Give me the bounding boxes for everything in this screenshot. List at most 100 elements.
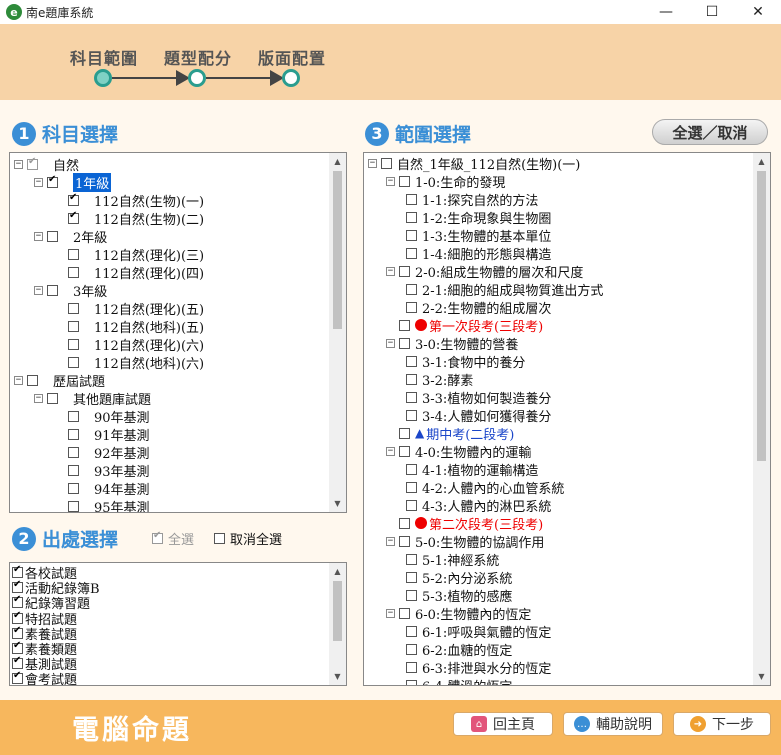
range-checkbox[interactable] — [399, 337, 410, 349]
collapse-toggle-icon[interactable]: − — [34, 393, 43, 403]
subject-tree-item[interactable]: − 其他題庫試題 — [34, 389, 151, 408]
collapse-toggle-icon[interactable]: − — [386, 176, 395, 186]
collapse-toggle-icon[interactable]: − — [386, 266, 395, 276]
range-tree-item[interactable]: 5-3:植物的感應 — [406, 586, 512, 605]
scroll-thumb[interactable] — [333, 171, 342, 329]
source-checkbox[interactable] — [12, 610, 23, 624]
range-tree-item[interactable]: 1-4:細胞的形態與構造 — [406, 244, 551, 263]
scroll-up-icon[interactable]: ▲ — [329, 563, 346, 580]
subject-checkbox[interactable] — [68, 500, 79, 512]
source-checkbox[interactable] — [12, 579, 23, 594]
collapse-toggle-icon[interactable]: − — [386, 536, 395, 546]
collapse-toggle-icon[interactable]: − — [386, 446, 395, 456]
collapse-toggle-icon[interactable]: − — [34, 177, 43, 187]
scroll-up-icon[interactable]: ▲ — [329, 153, 346, 170]
range-checkbox[interactable] — [406, 409, 417, 421]
range-checkbox[interactable] — [406, 373, 417, 385]
scroll-up-icon[interactable]: ▲ — [753, 153, 770, 170]
subject-tree-item[interactable]: − 自然 — [14, 155, 79, 174]
range-tree-item[interactable]: 6-2:血糖的恆定 — [406, 640, 512, 659]
range-tree-item[interactable]: 4-3:人體內的淋巴系統 — [406, 496, 551, 515]
range-checkbox[interactable] — [381, 157, 392, 169]
collapse-toggle-icon[interactable]: − — [14, 159, 23, 169]
subject-checkbox[interactable] — [27, 156, 38, 170]
range-tree-item[interactable]: 1-1:探究自然的方法 — [406, 190, 538, 209]
range-tree-item[interactable]: 6-4:體溫的恆定 — [406, 676, 512, 685]
range-tree-scrollbar[interactable]: ▲ ▼ — [753, 153, 770, 685]
range-checkbox[interactable] — [406, 553, 417, 565]
subject-checkbox[interactable] — [47, 230, 58, 242]
scroll-thumb[interactable] — [757, 171, 766, 461]
deselect-all-sources[interactable]: 取消全選 — [214, 529, 282, 548]
range-checkbox[interactable] — [406, 625, 417, 637]
subject-tree-item[interactable]: 112自然(生物)(二) — [68, 209, 204, 228]
subject-tree-item[interactable]: 91年基測 — [68, 425, 150, 444]
range-checkbox[interactable] — [406, 679, 417, 685]
range-checkbox[interactable] — [399, 265, 410, 277]
range-tree-item[interactable]: 第二次段考(三段考) — [386, 514, 543, 533]
range-checkbox[interactable] — [399, 517, 410, 529]
subject-tree-scrollbar[interactable]: ▲ ▼ — [329, 153, 346, 512]
subject-checkbox[interactable] — [68, 266, 79, 278]
subject-checkbox[interactable] — [68, 338, 79, 350]
subject-checkbox[interactable] — [68, 192, 79, 206]
source-checkbox[interactable] — [12, 640, 23, 654]
home-button[interactable]: ⌂ 回主頁 — [453, 712, 553, 736]
collapse-toggle-icon[interactable]: − — [34, 231, 43, 241]
subject-checkbox[interactable] — [68, 410, 79, 422]
range-tree-item[interactable]: 6-3:排泄與水分的恆定 — [406, 658, 551, 677]
range-tree-item[interactable]: − 4-0:生物體內的運輸 — [386, 442, 531, 461]
collapse-toggle-icon[interactable]: − — [368, 158, 377, 168]
deselect-all-checkbox[interactable] — [214, 533, 225, 544]
range-tree-item[interactable]: 2-1:細胞的組成與物質進出方式 — [406, 280, 603, 299]
subject-checkbox[interactable] — [47, 174, 58, 188]
subject-tree-item[interactable]: − 1年級 — [34, 172, 112, 192]
range-tree-item[interactable]: ▲ 期中考(二段考) — [386, 424, 514, 443]
subject-checkbox[interactable] — [68, 320, 79, 332]
source-checkbox[interactable] — [12, 655, 23, 670]
range-checkbox[interactable] — [406, 229, 417, 241]
range-checkbox[interactable] — [406, 643, 417, 655]
range-tree-panel[interactable]: ▲ ▼ − 自然_1年級_112自然(生物)(一) −1-0:生命的發現 1-1:探究… — [363, 152, 771, 686]
range-tree-item[interactable]: − 自然_1年級_112自然(生物)(一) — [368, 154, 580, 173]
collapse-toggle-icon[interactable]: − — [386, 608, 395, 618]
source-checkbox[interactable] — [12, 625, 23, 639]
subject-checkbox[interactable] — [68, 356, 79, 368]
scroll-down-icon[interactable]: ▼ — [329, 495, 346, 512]
source-list-item[interactable]: 會考試題 — [12, 670, 77, 685]
scroll-thumb[interactable] — [333, 581, 342, 641]
subject-tree-item[interactable]: 112自然(理化)(四) — [68, 263, 204, 282]
range-checkbox[interactable] — [406, 571, 417, 583]
range-tree-item[interactable]: 3-4:人體如何獲得養分 — [406, 406, 551, 425]
subject-tree-item[interactable]: 112自然(地科)(六) — [68, 353, 204, 372]
source-list-panel[interactable]: ▲ ▼ 各校試題活動紀錄簿B紀錄簿習題特招試題素養試題素養類題基測試題會考試題 — [9, 562, 347, 686]
range-checkbox[interactable] — [406, 463, 417, 475]
subject-tree-item[interactable]: 112自然(地科)(五) — [68, 317, 204, 336]
subject-tree-item[interactable]: − 3年級 — [34, 281, 107, 300]
subject-checkbox[interactable] — [68, 210, 79, 224]
subject-checkbox[interactable] — [47, 284, 58, 296]
collapse-toggle-icon[interactable]: − — [34, 285, 43, 295]
range-checkbox[interactable] — [399, 535, 410, 547]
source-checkbox[interactable] — [12, 594, 23, 609]
range-tree-item[interactable]: 3-1:食物中的養分 — [406, 352, 525, 371]
range-checkbox[interactable] — [399, 445, 410, 457]
range-checkbox[interactable] — [399, 175, 410, 187]
collapse-toggle-icon[interactable]: − — [386, 338, 395, 348]
range-checkbox[interactable] — [406, 355, 417, 367]
range-tree-item[interactable]: 1-3:生物體的基本單位 — [406, 226, 551, 245]
range-checkbox[interactable] — [406, 481, 417, 493]
source-checkbox[interactable] — [12, 670, 23, 685]
range-tree-item[interactable]: − 5-0:生物體的協調作用 — [386, 532, 544, 551]
subject-tree-panel[interactable]: ▲ ▼ −自然−1年級112自然(生物)(一)112自然(生物)(二)−2年級1… — [9, 152, 347, 513]
subject-tree-item[interactable]: 95年基測 — [68, 497, 150, 512]
range-tree-item[interactable]: 4-1:植物的運輸構造 — [406, 460, 538, 479]
subject-tree-item[interactable]: 93年基測 — [68, 461, 150, 480]
subject-tree-item[interactable]: 94年基測 — [68, 479, 150, 498]
range-tree-item[interactable]: 4-2:人體內的心血管系統 — [406, 478, 564, 497]
scroll-down-icon[interactable]: ▼ — [753, 668, 770, 685]
range-tree-item[interactable]: − 6-0:生物體內的恆定 — [386, 604, 531, 623]
subject-checkbox[interactable] — [27, 374, 38, 386]
source-list-scrollbar[interactable]: ▲ ▼ — [329, 563, 346, 685]
range-tree-item[interactable]: − 1-0:生命的發現 — [386, 172, 505, 191]
